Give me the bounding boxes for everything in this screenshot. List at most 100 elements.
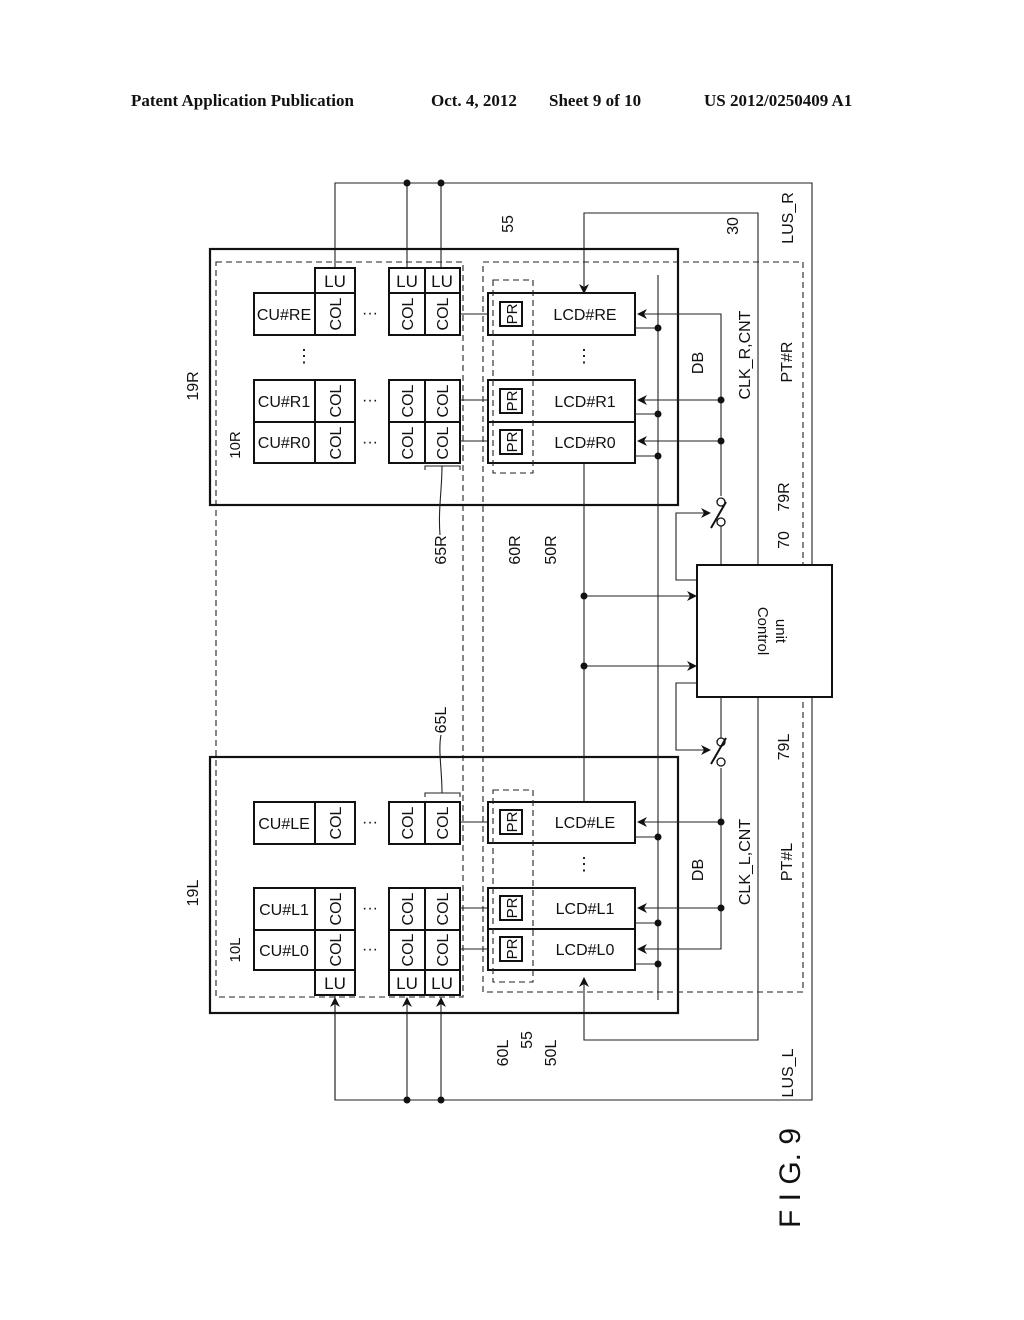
junction-dot	[717, 437, 725, 445]
junction-dot	[437, 1096, 445, 1104]
ellipsis: ···	[362, 941, 378, 958]
col-label: COL	[400, 892, 417, 925]
ref-79l: 79L	[776, 734, 793, 761]
lu-label: LU	[396, 272, 418, 291]
ref-60r: 60R	[507, 535, 524, 564]
junction-dot	[580, 662, 588, 670]
pt-l-line	[579, 697, 759, 1041]
ref-70: 70	[776, 531, 793, 549]
figure-caption: F I G. 9	[774, 1128, 807, 1228]
junction-dot	[717, 904, 725, 912]
junction-dot	[403, 1096, 411, 1104]
junction-dot	[654, 452, 662, 460]
ref-19l: 19L	[185, 880, 202, 907]
cell-array-10l: CU#LE COL CU#L1 COL CU#L0 COL LU ··· ···…	[253, 801, 461, 996]
junction-dot	[717, 818, 725, 826]
cu-re-label: CU#RE	[257, 307, 311, 324]
col-label: COL	[435, 806, 452, 839]
lcd-r1-label: LCD#R1	[554, 394, 615, 411]
lcd-l1-label: LCD#L1	[556, 901, 615, 918]
lcd-l0-label: LCD#L0	[556, 942, 615, 959]
junction-dot	[654, 919, 662, 927]
pr-label: PR	[504, 811, 521, 832]
col-label: COL	[400, 297, 417, 330]
control-unit-label: Control	[754, 607, 771, 655]
cu-l0-label: CU#L0	[259, 943, 309, 960]
junction-dot	[580, 592, 588, 600]
col-label: COL	[328, 933, 345, 966]
col-label: COL	[435, 297, 452, 330]
pr-label: PR	[504, 431, 521, 452]
ellipsis: ⋮	[575, 854, 593, 874]
junction-dot	[654, 410, 662, 418]
ellipsis: ⋮	[575, 346, 593, 366]
ref-65r: 65R	[433, 535, 450, 564]
array-region-outline	[215, 261, 464, 998]
label-clk-l-cnt: CLK_L,CNT	[737, 819, 754, 905]
ref-50r: 50R	[543, 535, 560, 564]
label-db-l: DB	[690, 859, 707, 881]
control-unit-label: unit	[772, 619, 789, 644]
label-lus-r: LUS_R	[780, 192, 797, 244]
brace-65l	[424, 734, 461, 797]
ref-60l: 60L	[495, 1040, 512, 1067]
lcd-group-50r: PR PR PR LCD#RE LCD#R1 LCD#R0 ⋮	[487, 279, 636, 474]
label-pt-r: PT#R	[779, 342, 796, 383]
col-label: COL	[435, 426, 452, 459]
col-label: COL	[400, 806, 417, 839]
col-label: COL	[328, 384, 345, 417]
lcd-re-label: LCD#RE	[553, 307, 616, 324]
col-label: COL	[328, 806, 345, 839]
junction-dot	[654, 324, 662, 332]
lcd-group-50l: PR PR PR LCD#LE LCD#L1 LCD#L0 ⋮	[487, 789, 636, 983]
ref-65l: 65L	[433, 707, 450, 734]
pr-label: PR	[504, 390, 521, 411]
brace-65r	[424, 465, 461, 536]
clk-l-line	[637, 768, 722, 954]
lcd-r0-label: LCD#R0	[554, 435, 615, 452]
col-label: COL	[328, 297, 345, 330]
lu-label: LU	[431, 272, 453, 291]
col-label: COL	[328, 892, 345, 925]
figure-9-diagram: LU CU#RE COL CU#R1 COL CU#R0 COL ··· ···…	[185, 179, 833, 1228]
col-label: COL	[400, 426, 417, 459]
ref-55-l: 55	[519, 1031, 536, 1049]
lu-label: LU	[324, 272, 346, 291]
col-label: COL	[328, 426, 345, 459]
ref-79r: 79R	[776, 482, 793, 511]
label-clk-r-cnt: CLK_R,CNT	[737, 310, 754, 399]
ellipsis: ···	[362, 814, 378, 831]
junction-dot	[654, 960, 662, 968]
col-label: COL	[400, 384, 417, 417]
label-pt-l: PT#L	[779, 843, 796, 881]
clk-r-line	[637, 309, 722, 496]
ref-55-r: 55	[500, 215, 517, 233]
label-db-r: DB	[690, 352, 707, 374]
cu-r0-label: CU#R0	[258, 435, 311, 452]
cu-le-label: CU#LE	[258, 816, 310, 833]
ellipsis: ···	[362, 900, 378, 917]
col-label: COL	[400, 933, 417, 966]
col-label: COL	[435, 892, 452, 925]
col-label: COL	[435, 384, 452, 417]
junction-dot	[654, 833, 662, 841]
ref-30: 30	[725, 217, 742, 235]
lcd-le-label: LCD#LE	[555, 815, 615, 832]
pr-label: PR	[504, 303, 521, 324]
ellipsis: ···	[362, 434, 378, 451]
junction-dot	[403, 179, 411, 187]
cu-r1-label: CU#R1	[258, 394, 311, 411]
pr-label: PR	[504, 938, 521, 959]
ref-10l: 10L	[227, 937, 244, 962]
lu-label: LU	[431, 974, 453, 993]
ref-50l: 50L	[543, 1040, 560, 1067]
lu-label: LU	[396, 974, 418, 993]
ellipsis: ···	[362, 392, 378, 409]
junction-dot	[717, 396, 725, 404]
cell-array-10r: LU CU#RE COL CU#R1 COL CU#R0 COL ··· ···…	[253, 267, 461, 464]
ref-10r: 10R	[227, 431, 244, 459]
junction-dot	[437, 179, 445, 187]
label-lus-l: LUS_L	[780, 1048, 797, 1097]
lu-label: LU	[324, 974, 346, 993]
ref-19r: 19R	[185, 371, 202, 400]
